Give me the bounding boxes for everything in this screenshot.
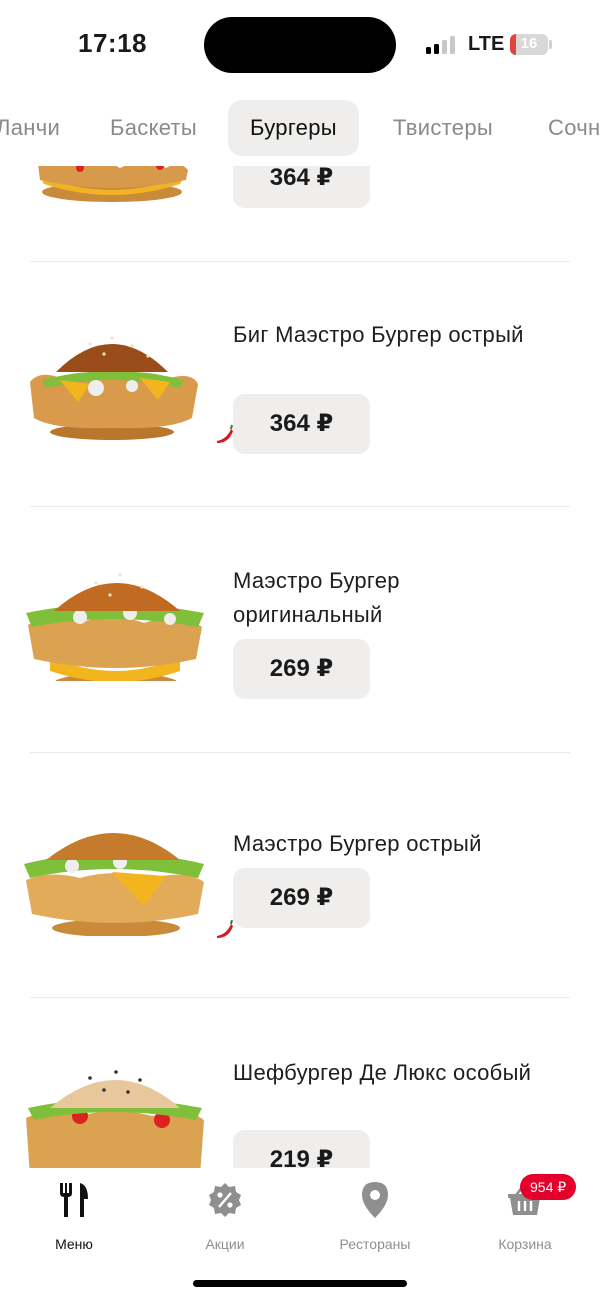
product-image[interactable] — [20, 1056, 204, 1168]
divider — [30, 752, 570, 753]
nav-menu[interactable]: Меню — [14, 1180, 134, 1252]
tab-juicy[interactable]: Сочн — [548, 100, 600, 156]
nav-restaurants[interactable]: Рестораны — [315, 1180, 435, 1252]
spicy-icon — [213, 918, 235, 940]
tab-twisters[interactable]: Твистеры — [393, 100, 493, 156]
nav-label: Корзина — [498, 1236, 552, 1252]
category-tabs: Ланчи Баскеты Бургеры Твистеры Сочн — [0, 98, 600, 158]
network-type: LTE — [468, 33, 505, 55]
product-image[interactable] — [20, 561, 204, 681]
price-button[interactable]: 219 ₽ — [233, 1130, 370, 1168]
divider — [30, 261, 570, 262]
product-name[interactable]: Маэстро Бургер острый — [233, 827, 533, 861]
price-button[interactable]: 269 ₽ — [233, 639, 370, 699]
product-name[interactable]: Шефбургер Де Люкс особый — [233, 1056, 533, 1090]
battery-tip — [549, 40, 552, 49]
tab-baskets[interactable]: Баскеты — [110, 100, 197, 156]
divider — [30, 997, 570, 998]
nav-label: Меню — [55, 1236, 93, 1252]
fork-knife-icon — [14, 1180, 134, 1220]
status-time: 17:18 — [78, 28, 147, 58]
nav-promotions[interactable]: Акции — [165, 1180, 285, 1252]
price-button[interactable]: 364 ₽ — [233, 166, 370, 208]
battery-icon: 16 — [510, 34, 548, 55]
cart-total-badge: 954 ₽ — [520, 1174, 577, 1200]
product-name[interactable]: Биг Маэстро Бургер острый — [233, 318, 533, 352]
divider — [30, 506, 570, 507]
battery-level: 16 — [520, 35, 538, 52]
map-pin-icon — [315, 1180, 435, 1220]
discount-badge-icon — [165, 1180, 285, 1220]
spicy-icon — [213, 423, 235, 445]
tab-burgers[interactable]: Бургеры — [228, 100, 359, 156]
dynamic-island — [204, 17, 396, 73]
nav-label: Рестораны — [339, 1236, 411, 1252]
tab-lunches[interactable]: Ланчи — [0, 100, 60, 156]
price-button[interactable]: 269 ₽ — [233, 868, 370, 928]
product-image[interactable] — [20, 322, 204, 442]
status-bar: 17:18 LTE 16 — [0, 0, 600, 90]
product-image[interactable] — [20, 816, 204, 936]
price-button[interactable]: 364 ₽ — [233, 394, 370, 454]
nav-label: Акции — [205, 1236, 245, 1252]
product-image[interactable] — [20, 166, 204, 204]
product-list: 364 ₽ Биг Маэстро Бургер острый 364 ₽ Ма… — [0, 166, 600, 1168]
home-indicator[interactable] — [193, 1280, 407, 1287]
signal-strength-icon — [426, 36, 455, 54]
product-name[interactable]: Маэстро Бургер оригинальный — [233, 564, 533, 632]
